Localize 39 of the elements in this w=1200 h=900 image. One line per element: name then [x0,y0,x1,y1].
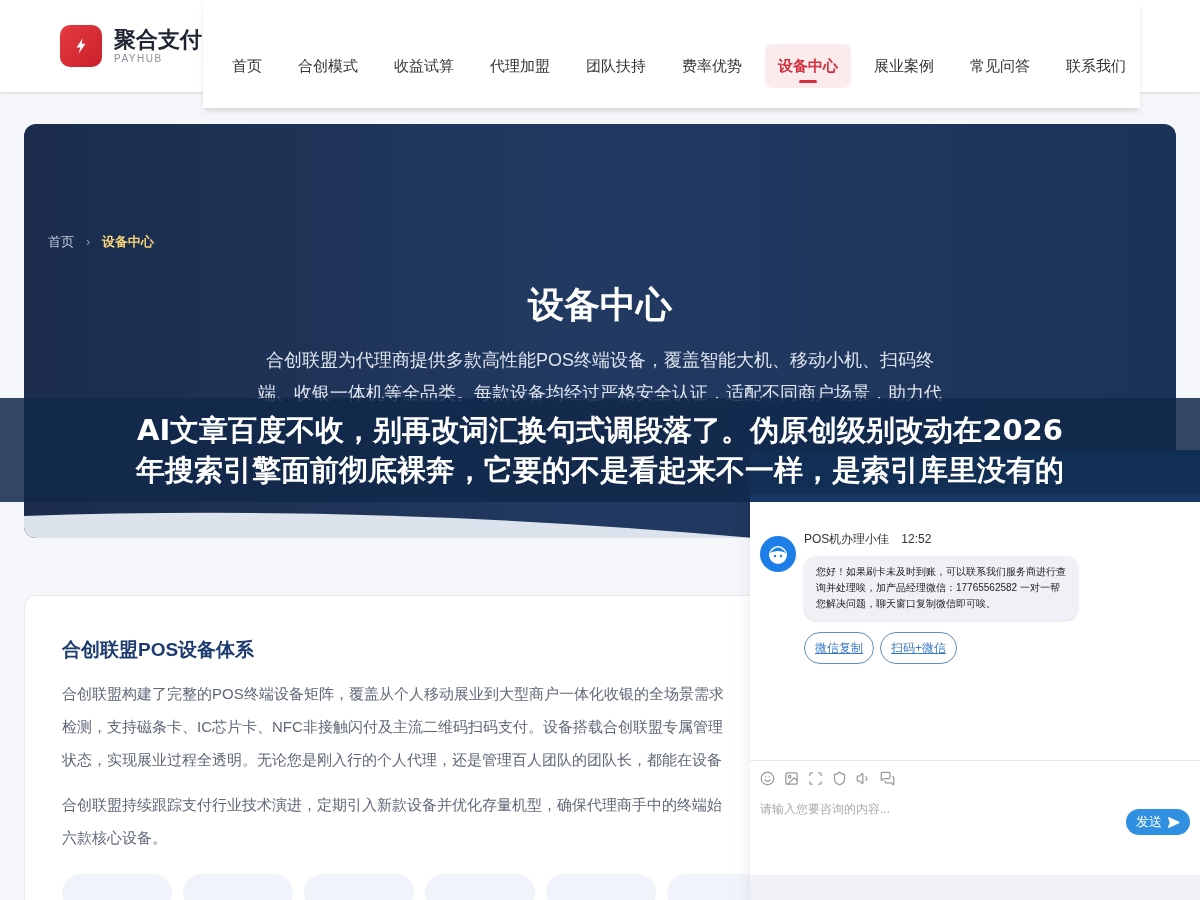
nav-tab[interactable]: 常见问答 [957,44,1043,88]
emoji-icon[interactable] [760,771,775,786]
paragraph-line: 状态，实现展业过程全透明。无论您是刚入行的个人代理，还是管理百人团队的团队长，都能在设备 [62,749,722,770]
breadcrumb-link[interactable]: 设备中心 [102,232,155,252]
nav-tab[interactable]: 展业案例 [861,44,947,88]
nav-tab[interactable]: 费率优势 [669,44,755,88]
message-time: 12:52 [901,531,932,548]
paragraph-line: 六款核心设备。 [62,827,167,848]
send-icon [1167,815,1180,829]
paragraph-line: 合创联盟持续跟踪支付行业技术演进，定期引入新款设备并优化存量机型，确保代理商手中的终端始 [62,794,722,815]
brand-subtitle: PAYHUB [114,53,164,64]
hero-description-line: 端、收银一体机等全品类。每款设备均经过严格安全认证，适配不同商户场景，助力代 [258,381,942,405]
breadcrumb-link[interactable]: 首页 [48,232,74,252]
brand-name: 聚合支付 [114,28,202,51]
image-icon[interactable] [784,771,799,786]
message-input[interactable]: 请输入您要咨询的内容... [760,800,1120,818]
hero-description-line: 合创联盟为代理商提供多款高性能POS终端设备，覆盖智能大机、移动小机、扫码终 [266,348,934,372]
nav-tab[interactable]: 收益试算 [381,44,467,88]
paragraph-line: 合创联盟构建了完整的POS终端设备矩阵，覆盖从个人移动展业到大型商户一体化收银的全场景需求 [62,683,724,704]
caption-line: AI文章百度不收，别再改词汇换句式调段落了。伪原创级别改动在2026 [137,412,1063,449]
nav-tab[interactable]: 合创模式 [285,44,371,88]
screenshot-icon[interactable] [808,771,823,786]
nav-tab[interactable]: 代理加盟 [477,44,563,88]
hero-title: 设备中心 [526,282,673,327]
agent-name: POS机办理小佳 [804,531,890,548]
nav-tab[interactable]: 联系我们 [1053,44,1139,88]
chat-bubbles-icon[interactable] [880,771,895,786]
paragraph-line: 检测，支持磁条卡、IC芯片卡、NFC非接触闪付及主流二维码扫码支付。设备搭载合创联盟专属管理 [62,716,723,737]
message-bubble: 您好！如果刷卡未及时到账，可以联系我们服务商进行查询并处理唉，加产品经理微信：17765562582 一对一帮您解决问题，聊天窗口复制微信即可唉。 [804,556,1078,620]
breadcrumb-separator: › [86,233,91,251]
nav-tab[interactable]: 团队扶持 [573,44,659,88]
nav-tab[interactable]: 首页 [219,44,275,88]
nav-tab[interactable]: 设备中心 [765,44,851,88]
section-title: 合创联盟POS设备体系 [62,638,255,662]
agent-avatar-icon [760,536,796,572]
shield-icon[interactable] [832,771,847,786]
caption-line: 年搜索引擎面前彻底裸奔，它要的不是看起来不一样，是索引库里没有的 [136,452,1064,489]
active-indicator [799,80,817,83]
logo-icon [60,25,102,67]
